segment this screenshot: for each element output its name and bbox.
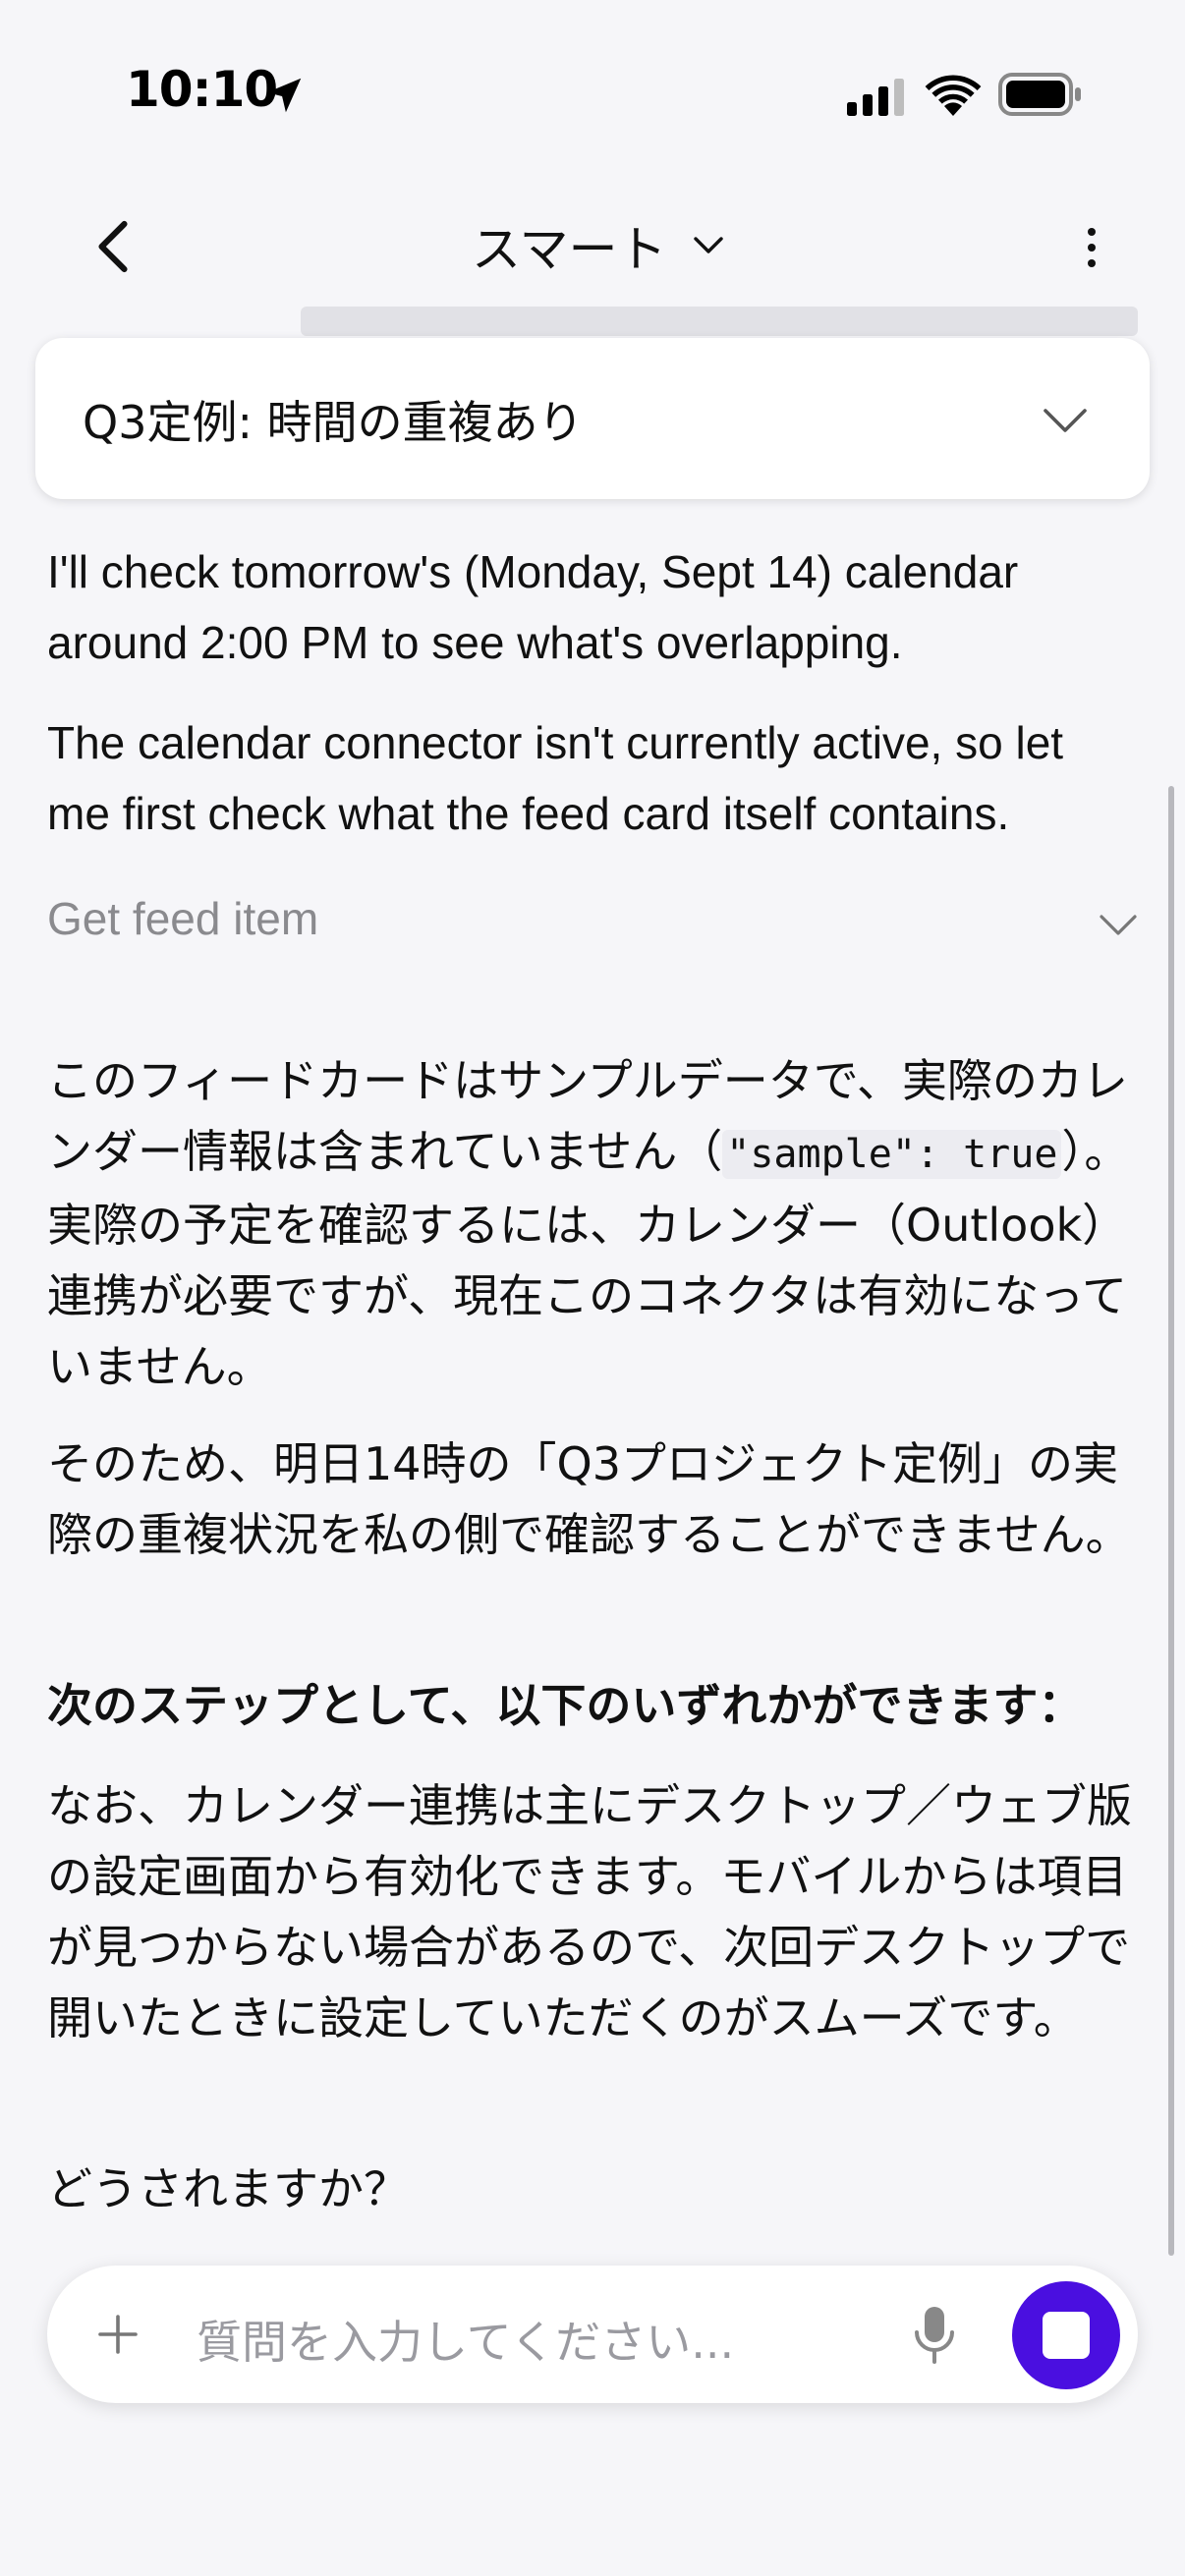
message-paragraph: このフィードカードはサンプルデータで、実際のカレンダー情報は含まれていません（ "… xyxy=(47,1045,1138,1402)
battery-icon xyxy=(998,73,1081,116)
more-vertical-icon[interactable] xyxy=(1077,226,1106,269)
inline-code: "sample": true xyxy=(722,1130,1062,1179)
chat-input-bar: 質問を入力してください... xyxy=(47,2266,1138,2403)
message-paragraph: なお、カレンダー連携は主にデスクトップ／ウェブ版の設定画面から有効化できます。モ… xyxy=(47,1779,1132,2044)
message-heading: 次のステップとして、以下のいずれかができます： xyxy=(47,1679,1084,1732)
conversation-title-card[interactable]: Q3定例: 時間の重複あり xyxy=(35,338,1150,499)
chat-input[interactable]: 質問を入力してください... xyxy=(197,2307,734,2372)
message-paragraph: The calendar connector isn't currently a… xyxy=(47,717,1064,839)
card-stack-shadow xyxy=(301,307,1138,336)
plus-icon[interactable] xyxy=(94,2311,141,2358)
mode-label: スマート xyxy=(472,221,667,278)
conversation-title: Q3定例: 時間の重複あり xyxy=(83,396,584,449)
chevron-down-icon[interactable] xyxy=(1099,914,1138,937)
microphone-icon[interactable] xyxy=(910,2303,959,2366)
message-paragraph: そのため、明日14時の「Q3プロジェクト定例」の実際の重複状況を私の側で確認する… xyxy=(47,1437,1131,1561)
chevron-down-icon[interactable] xyxy=(1042,407,1089,434)
stop-button[interactable] xyxy=(1012,2281,1120,2389)
stop-icon xyxy=(1043,2312,1090,2359)
cellular-signal-icon xyxy=(847,79,904,116)
mode-selector[interactable]: スマート xyxy=(472,214,724,278)
tool-call-label[interactable]: Get feed item xyxy=(47,892,318,945)
message-paragraph: どうされますか？ xyxy=(47,2162,409,2215)
status-time: 10:10 xyxy=(126,61,278,118)
location-arrow-icon xyxy=(266,78,302,113)
message-paragraph: I'll check tomorrow's (Monday, Sept 14) … xyxy=(47,546,1019,668)
scrollbar[interactable] xyxy=(1168,786,1174,2256)
back-chevron-icon[interactable] xyxy=(90,218,136,275)
chevron-down-icon xyxy=(693,237,723,253)
wifi-icon xyxy=(925,75,982,116)
